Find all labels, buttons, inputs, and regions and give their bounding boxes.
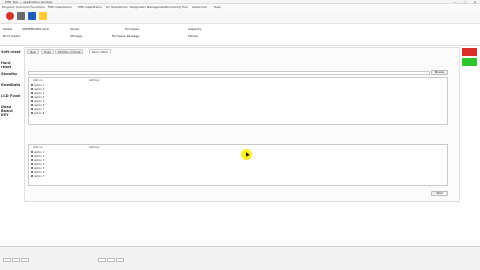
- file-path-field[interactable]: [28, 71, 430, 75]
- capacity-label: Capacity:: [188, 27, 202, 31]
- serial-label: Serial:: [70, 27, 80, 31]
- checkbox-icon[interactable]: [31, 112, 33, 114]
- status-indicator-red: [462, 48, 477, 56]
- close-button[interactable]: ✕: [470, 0, 480, 4]
- storage-label: Storage:: [70, 34, 83, 38]
- sidebar-item-dead-board-key[interactable]: Dead Board KEY: [1, 105, 21, 117]
- sidebar-item-lcd-flash[interactable]: LCD Flash: [1, 94, 21, 98]
- checkbox-icon[interactable]: [31, 175, 33, 177]
- tab-partition-format[interactable]: Partition / Format: [55, 49, 84, 54]
- column-header-settings: Settings: [89, 146, 100, 149]
- list-item[interactable]: option 2: [31, 88, 44, 91]
- list-item[interactable]: option 5: [31, 167, 44, 170]
- browse-button[interactable]: Browse: [431, 70, 448, 75]
- checkbox-icon[interactable]: [31, 163, 33, 165]
- firmware-label: Firmware:: [125, 27, 140, 31]
- model-value: SOMEMODEL.OLD: [22, 27, 49, 31]
- bottom-button[interactable]: [116, 258, 124, 262]
- list-item[interactable]: option 2: [31, 155, 44, 158]
- power-icon[interactable]: [6, 12, 14, 20]
- checkbox-icon[interactable]: [31, 104, 33, 106]
- column-header-options: Options: [33, 79, 43, 82]
- column-header-options: Options: [33, 146, 43, 149]
- options-list-bottom[interactable]: Options Settings option 1 option 2 optio…: [28, 144, 448, 186]
- checkbox-icon[interactable]: [31, 88, 33, 90]
- device-info-panel: Model: SOMEMODEL.OLD Serial: Firmware: C…: [0, 25, 480, 46]
- list-item[interactable]: option 5: [31, 100, 44, 103]
- model-label: Model:: [3, 27, 14, 31]
- list-item[interactable]: option 7: [31, 108, 44, 111]
- sidebar: Soft reset Hard reset Standby ReadData L…: [0, 47, 22, 245]
- list-item[interactable]: option 4: [31, 96, 44, 99]
- checkbox-icon[interactable]: [31, 84, 33, 86]
- options-list-top[interactable]: Options Settings option 1 option 2 optio…: [28, 77, 448, 125]
- maximize-button[interactable]: ▢: [460, 0, 470, 4]
- checkbox-icon[interactable]: [31, 171, 33, 173]
- window-title: MTK Tool — application window: [5, 0, 52, 4]
- bottom-button[interactable]: [3, 258, 11, 262]
- tab-read-write[interactable]: Read / Write: [89, 49, 111, 54]
- bottom-button[interactable]: [12, 258, 20, 262]
- list-item[interactable]: option 3: [31, 159, 44, 162]
- list-item[interactable]: option 8: [31, 112, 44, 115]
- firmware-package-label: Firmware Package:: [112, 34, 141, 38]
- list-item[interactable]: option 6: [31, 171, 44, 174]
- sidebar-item-soft-reset[interactable]: Soft reset: [1, 50, 21, 54]
- tab-flash[interactable]: Flash: [41, 49, 54, 54]
- list-item[interactable]: option 7: [31, 175, 44, 178]
- gear-icon[interactable]: [39, 12, 47, 20]
- toolbar: [0, 10, 480, 24]
- checkbox-icon[interactable]: [31, 96, 33, 98]
- checkbox-icon[interactable]: [31, 108, 33, 110]
- checkbox-icon[interactable]: [31, 167, 33, 169]
- start-button[interactable]: Start: [431, 191, 448, 196]
- sidebar-item-hard-reset[interactable]: Hard reset: [1, 61, 21, 69]
- tab-main[interactable]: Main: [27, 49, 40, 54]
- title-bar: MTK Tool — application window — ▢ ✕: [0, 0, 480, 4]
- checkbox-icon[interactable]: [31, 159, 33, 161]
- checkbox-icon[interactable]: [31, 155, 33, 157]
- bottom-status-bar: [0, 246, 480, 270]
- family-label: Family:: [188, 34, 199, 38]
- column-header-settings: Settings: [89, 79, 100, 82]
- list-item[interactable]: option 4: [31, 163, 44, 166]
- bottom-button[interactable]: [98, 258, 106, 262]
- list-item[interactable]: option 3: [31, 92, 44, 95]
- minimize-button[interactable]: —: [450, 0, 460, 4]
- bottom-button[interactable]: [107, 258, 115, 262]
- sidebar-item-readdata[interactable]: ReadData: [1, 83, 21, 87]
- bootloader-label: Boot loader:: [3, 34, 22, 38]
- bottom-button[interactable]: [21, 258, 29, 262]
- main-panel: Main Flash Partition / Format Read / Wri…: [24, 47, 460, 202]
- list-item[interactable]: option 1: [31, 151, 44, 154]
- list-item[interactable]: option 1: [31, 84, 44, 87]
- checkbox-icon[interactable]: [31, 151, 33, 153]
- sidebar-item-standby[interactable]: Standby: [1, 72, 21, 76]
- phone-icon[interactable]: [28, 12, 36, 20]
- checkbox-icon[interactable]: [31, 92, 33, 94]
- status-indicator-green: [462, 58, 477, 66]
- list-item[interactable]: option 6: [31, 104, 44, 107]
- checkbox-icon[interactable]: [31, 100, 33, 102]
- user-icon[interactable]: [17, 12, 25, 20]
